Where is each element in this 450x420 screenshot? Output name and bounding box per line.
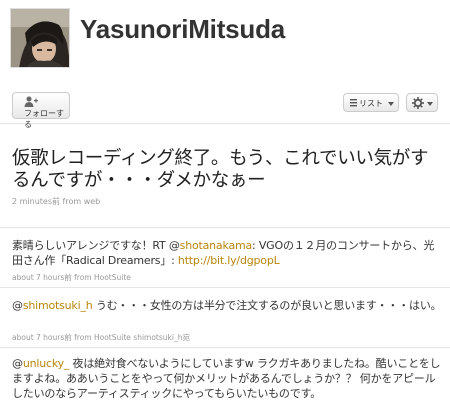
featured-tweet-text: 仮歌レコーディング終了。もう、これでいい気がするんですが・・・ダメかなぁー (12, 148, 429, 191)
settings-button[interactable] (406, 93, 438, 112)
tweet-meta: about 7 hours前 from HootSuite shimotsuki… (12, 333, 190, 342)
avatar[interactable] (10, 8, 70, 68)
screen-name: YasunoriMitsuda (80, 14, 286, 44)
featured-tweet-meta: 2 minutes前 from web (12, 197, 101, 206)
tweet-item: @shimotsuki_h うむ・・・女性の方は半分で注文するのが良いと思います… (0, 288, 450, 348)
tweet-text-part: うむ・・・女性の方は半分で注文するのが良いと思います・・・はい。 (92, 299, 442, 312)
list-icon (350, 99, 357, 109)
tweet-text-part: @ (12, 299, 23, 312)
tweet-item: 素晴らしいアレンジですな！RT @shotanakama: VGOの１２月のコン… (0, 228, 450, 288)
profile-header: YasunoriMitsuda (0, 0, 450, 80)
tweet-text-part: @ (12, 357, 23, 370)
chevron-down-icon (388, 102, 394, 106)
featured-tweet: 仮歌レコーディング終了。もう、これでいい気がするんですが・・・ダメかなぁー 2 … (0, 124, 450, 228)
list-label: リスト (359, 99, 383, 108)
tweet-text-part: 素晴らしいアレンジですな！RT @ (12, 239, 180, 252)
mention-link[interactable]: shotanakama (180, 239, 253, 252)
tweet-text: @shimotsuki_h うむ・・・女性の方は半分で注文するのが良いと思います… (12, 298, 442, 313)
tweet-text: @unlucky_ 夜は絶対食べないようにしていますw ラクガキありましたね。酷… (12, 356, 442, 401)
gear-icon (412, 97, 424, 111)
tweet-text: 素晴らしいアレンジですな！RT @shotanakama: VGOの１２月のコン… (12, 238, 442, 268)
tweet-text-part: 夜は絶対食べないようにしていますw ラクガキありましたね。酷いことをしますよね。… (12, 357, 441, 400)
mention-link[interactable]: shimotsuki_h (23, 299, 93, 312)
profile-actions: フォローする リスト (0, 80, 450, 129)
mention-link[interactable]: unlucky_ (23, 357, 70, 370)
tweet-item: @unlucky_ 夜は絶対食べないようにしていますw ラクガキありましたね。酷… (0, 348, 450, 420)
tweet-meta: about 7 hours前 from HootSuite (12, 273, 131, 282)
url-link[interactable]: http://bit.ly/dgpopL (178, 254, 280, 267)
list-button[interactable]: リスト (343, 93, 399, 112)
chevron-down-icon (427, 102, 433, 106)
follow-button[interactable]: フォローする (12, 92, 70, 129)
